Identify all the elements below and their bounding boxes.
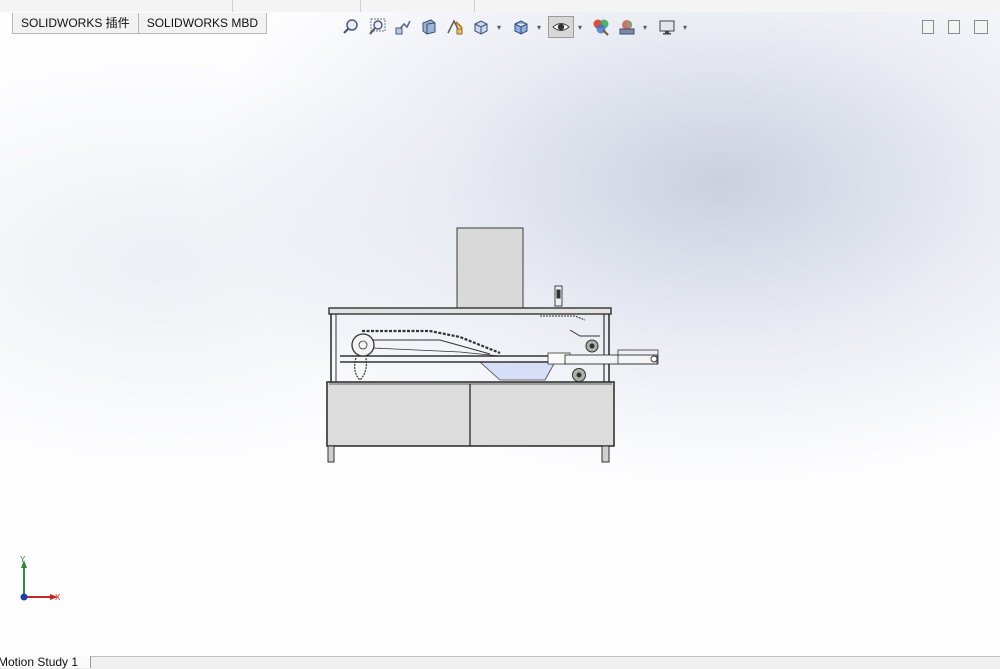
hide-show-items-icon[interactable] [548,16,574,38]
panel-icon[interactable] [974,20,988,34]
zoom-to-fit-icon[interactable] [340,16,362,38]
tab-solidworks-mbd[interactable]: SOLIDWORKS MBD [137,13,268,34]
panel-collapse-left-icon[interactable] [922,20,934,34]
zoom-to-area-icon[interactable] [366,16,388,38]
view-orientation-icon[interactable] [470,16,492,38]
chevron-down-icon[interactable]: ▾ [643,24,650,32]
panel-collapse-right-icon[interactable] [948,20,960,34]
chevron-down-icon[interactable]: ▾ [578,24,585,32]
display-style-icon[interactable] [510,16,532,38]
chevron-down-icon[interactable]: ▾ [683,24,690,32]
view-settings-icon[interactable] [656,16,678,38]
section-view-icon[interactable] [418,16,440,38]
bottom-tab-bar: Motion Study 1 [0,656,1000,669]
tab-solidworks-addins[interactable]: SOLIDWORKS 插件 [12,13,139,34]
x-axis-label: X [55,593,61,602]
dynamic-annotation-view-icon[interactable] [444,16,466,38]
apply-scene-icon[interactable] [616,16,638,38]
coordinate-triad: Y X [20,555,61,602]
command-manager-tabs: SOLIDWORKS 插件 SOLIDWORKS MBD [12,13,268,34]
z-axis-dot [20,593,28,601]
chevron-down-icon[interactable]: ▾ [497,24,504,32]
tab-motion-study[interactable]: Motion Study 1 [0,656,92,668]
edit-appearance-icon[interactable] [590,16,612,38]
chevron-down-icon[interactable]: ▾ [537,24,544,32]
previous-view-icon[interactable] [392,16,414,38]
y-axis-label: Y [20,555,26,564]
graphics-area[interactable] [0,12,1000,656]
